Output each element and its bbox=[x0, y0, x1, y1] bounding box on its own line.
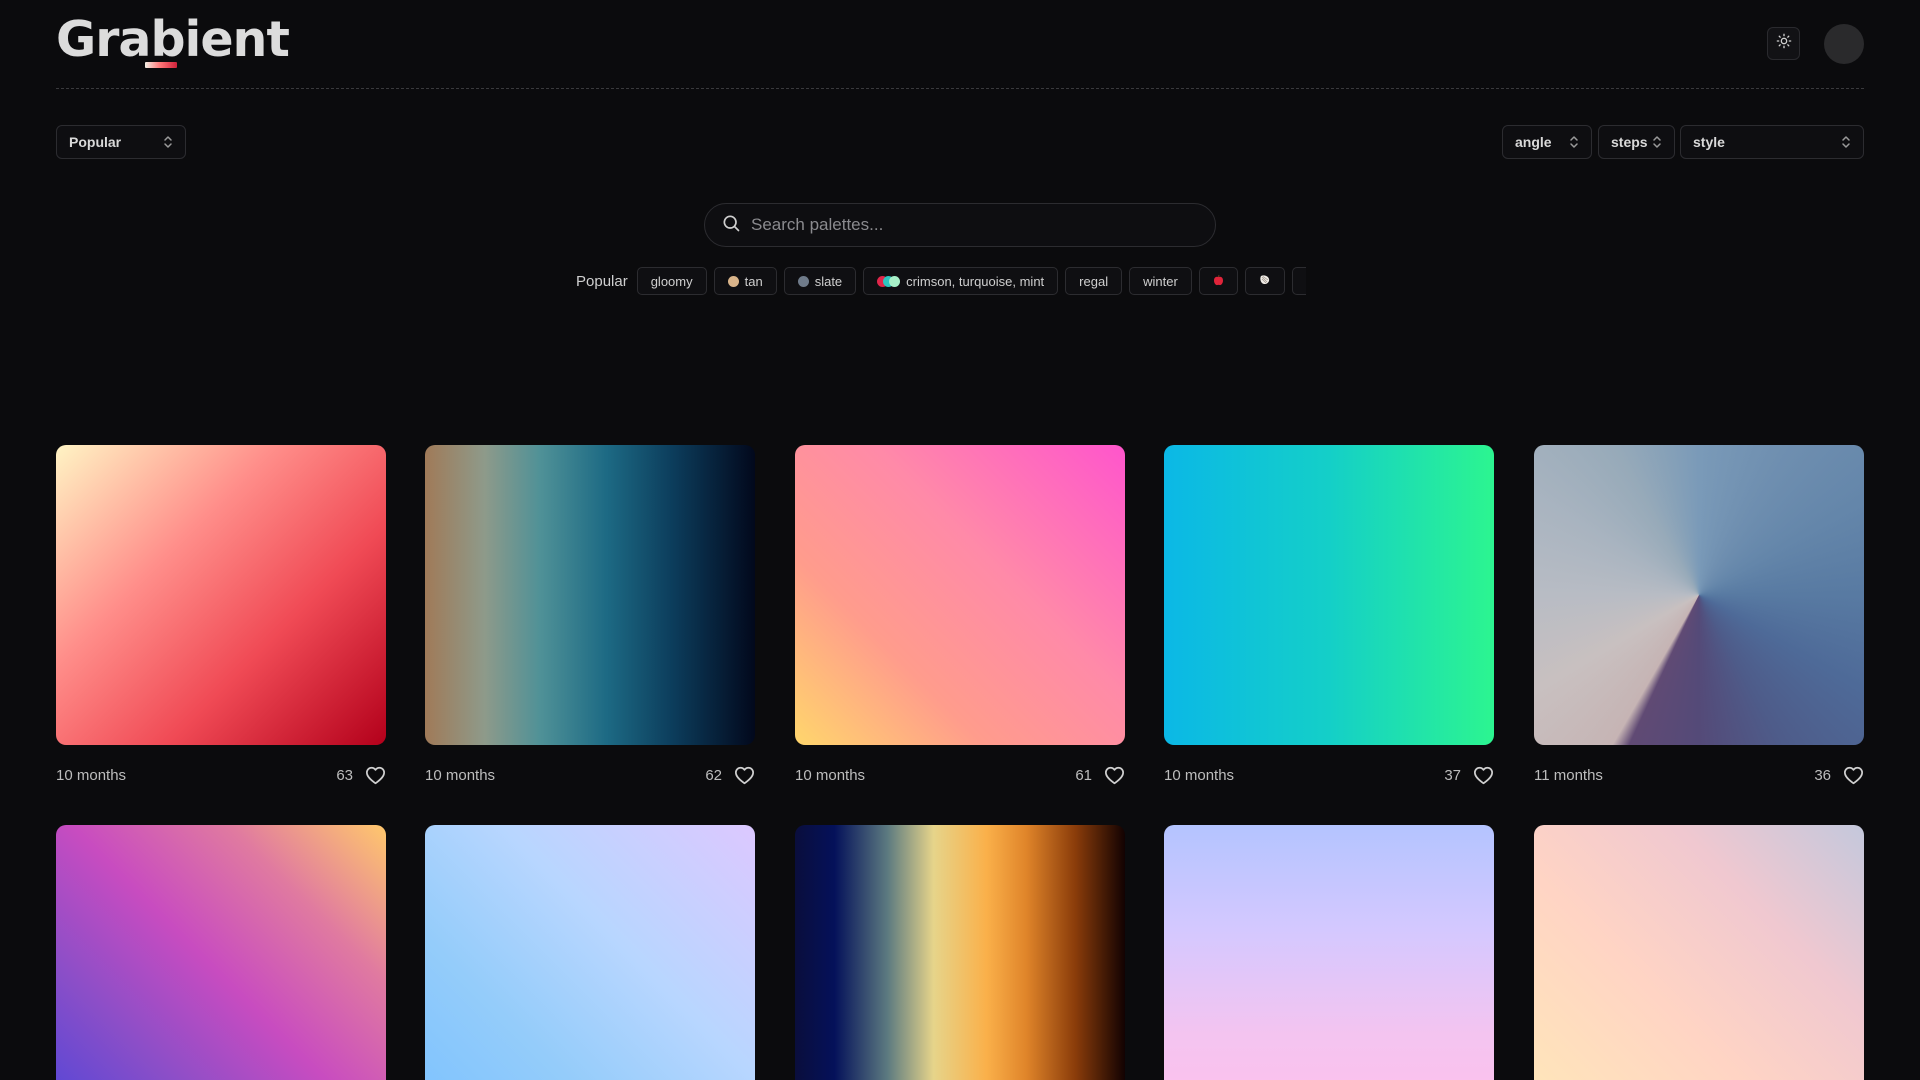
theme-toggle-button[interactable] bbox=[1767, 27, 1800, 60]
tag-slate[interactable]: slate bbox=[783, 267, 857, 295]
palette-likes: 63 bbox=[336, 766, 386, 785]
tag-label: gloomy bbox=[650, 273, 693, 289]
like-count: 37 bbox=[1444, 766, 1461, 784]
palette-card bbox=[425, 825, 755, 1080]
shell-icon bbox=[1259, 274, 1271, 289]
search-bar[interactable] bbox=[704, 203, 1216, 247]
search-input[interactable] bbox=[751, 215, 1191, 235]
chevron-updown-icon bbox=[163, 135, 173, 149]
heart-icon[interactable] bbox=[365, 766, 386, 785]
palette-card bbox=[795, 825, 1125, 1080]
palette-swatch[interactable] bbox=[56, 445, 386, 745]
apple-icon bbox=[1213, 274, 1224, 289]
tag-label: slate bbox=[814, 273, 843, 289]
chevron-updown-icon bbox=[1652, 135, 1662, 149]
tag-regal[interactable]: regal bbox=[1065, 267, 1123, 295]
palette-swatch[interactable] bbox=[425, 825, 755, 1080]
color-dot-icon bbox=[797, 275, 809, 287]
palette-card: 10 months 61 bbox=[795, 445, 1125, 784]
chevron-updown-icon bbox=[1841, 135, 1851, 149]
palette-swatch[interactable] bbox=[56, 825, 386, 1080]
tag-label: tan bbox=[744, 273, 763, 289]
style-select[interactable]: style bbox=[1680, 125, 1864, 159]
tag-label: winter bbox=[1143, 273, 1178, 289]
like-count: 61 bbox=[1075, 766, 1092, 784]
palette-card: 10 months 63 bbox=[56, 445, 386, 784]
palette-age: 10 months bbox=[425, 766, 496, 784]
popular-tags: Popular gloomy tan slate crimson, turquo… bbox=[576, 267, 1306, 295]
tag-crimson-turquoise-mint[interactable]: crimson, turquoise, mint bbox=[863, 267, 1059, 295]
tag-winter[interactable]: winter bbox=[1129, 267, 1192, 295]
page: Grabient Popular angle steps style Searc… bbox=[0, 0, 1920, 1080]
like-count: 62 bbox=[705, 766, 722, 784]
palette-swatch[interactable] bbox=[1164, 825, 1494, 1080]
angle-select-label: angle bbox=[1515, 134, 1552, 150]
sort-select[interactable]: Popular bbox=[56, 125, 186, 159]
heart-icon[interactable] bbox=[1843, 766, 1864, 785]
tag-shell[interactable] bbox=[1244, 267, 1285, 295]
palette-age: 10 months bbox=[1164, 766, 1235, 784]
palette-swatch[interactable] bbox=[425, 445, 755, 745]
palette-meta: 10 months 37 bbox=[1164, 763, 1494, 787]
palette-card bbox=[56, 825, 386, 1080]
palette-meta: 10 months 62 bbox=[425, 763, 755, 787]
palette-swatch[interactable] bbox=[1534, 825, 1864, 1080]
tag-gloomy[interactable]: gloomy bbox=[636, 267, 707, 295]
like-count: 36 bbox=[1814, 766, 1831, 784]
tag-label: regal bbox=[1079, 273, 1109, 289]
color-dots-icon bbox=[877, 275, 901, 287]
palette-card: 11 months 36 bbox=[1534, 445, 1864, 784]
palette-age: 10 months bbox=[56, 766, 127, 784]
search-icon bbox=[721, 213, 741, 238]
heart-icon[interactable] bbox=[734, 766, 755, 785]
heart-icon[interactable] bbox=[1473, 766, 1494, 785]
steps-select-label: steps bbox=[1611, 134, 1648, 150]
color-dot-icon bbox=[727, 275, 739, 287]
sort-select-label: Popular bbox=[69, 134, 122, 150]
palette-card: 10 months 37 bbox=[1164, 445, 1494, 784]
palette-meta: 10 months 61 bbox=[795, 763, 1125, 787]
tag-tan[interactable]: tan bbox=[713, 267, 777, 295]
tag-apple[interactable] bbox=[1198, 267, 1238, 295]
steps-select[interactable]: steps bbox=[1598, 125, 1675, 159]
avatar[interactable] bbox=[1824, 24, 1864, 64]
palette-likes: 61 bbox=[1075, 766, 1125, 785]
logo-gradient-bar bbox=[145, 62, 177, 68]
tag-overflow[interactable] bbox=[1291, 267, 1306, 295]
chevron-updown-icon bbox=[1569, 135, 1579, 149]
palette-age: 10 months bbox=[795, 766, 866, 784]
palette-card bbox=[1534, 825, 1864, 1080]
palette-swatch[interactable] bbox=[795, 825, 1125, 1080]
like-count: 63 bbox=[336, 766, 353, 784]
sun-icon bbox=[1776, 33, 1792, 54]
palette-likes: 37 bbox=[1444, 766, 1494, 785]
style-select-label: style bbox=[1693, 134, 1725, 150]
palette-swatch[interactable] bbox=[1164, 445, 1494, 745]
palette-meta: 10 months 63 bbox=[56, 763, 386, 787]
palette-age: 11 months bbox=[1534, 766, 1603, 784]
palette-card: 10 months 62 bbox=[425, 445, 755, 784]
tags-label: Popular bbox=[576, 272, 628, 290]
angle-select[interactable]: angle bbox=[1502, 125, 1592, 159]
heart-icon[interactable] bbox=[1104, 766, 1125, 785]
logo[interactable]: Grabient bbox=[56, 12, 290, 68]
palette-swatch[interactable] bbox=[1534, 445, 1864, 745]
tag-label: crimson, turquoise, mint bbox=[906, 273, 1045, 289]
header-divider bbox=[56, 88, 1864, 89]
palette-meta: 11 months 36 bbox=[1534, 763, 1864, 787]
palette-swatch[interactable] bbox=[795, 445, 1125, 745]
palette-likes: 62 bbox=[705, 766, 755, 785]
palette-card bbox=[1164, 825, 1494, 1080]
palette-likes: 36 bbox=[1814, 766, 1864, 785]
